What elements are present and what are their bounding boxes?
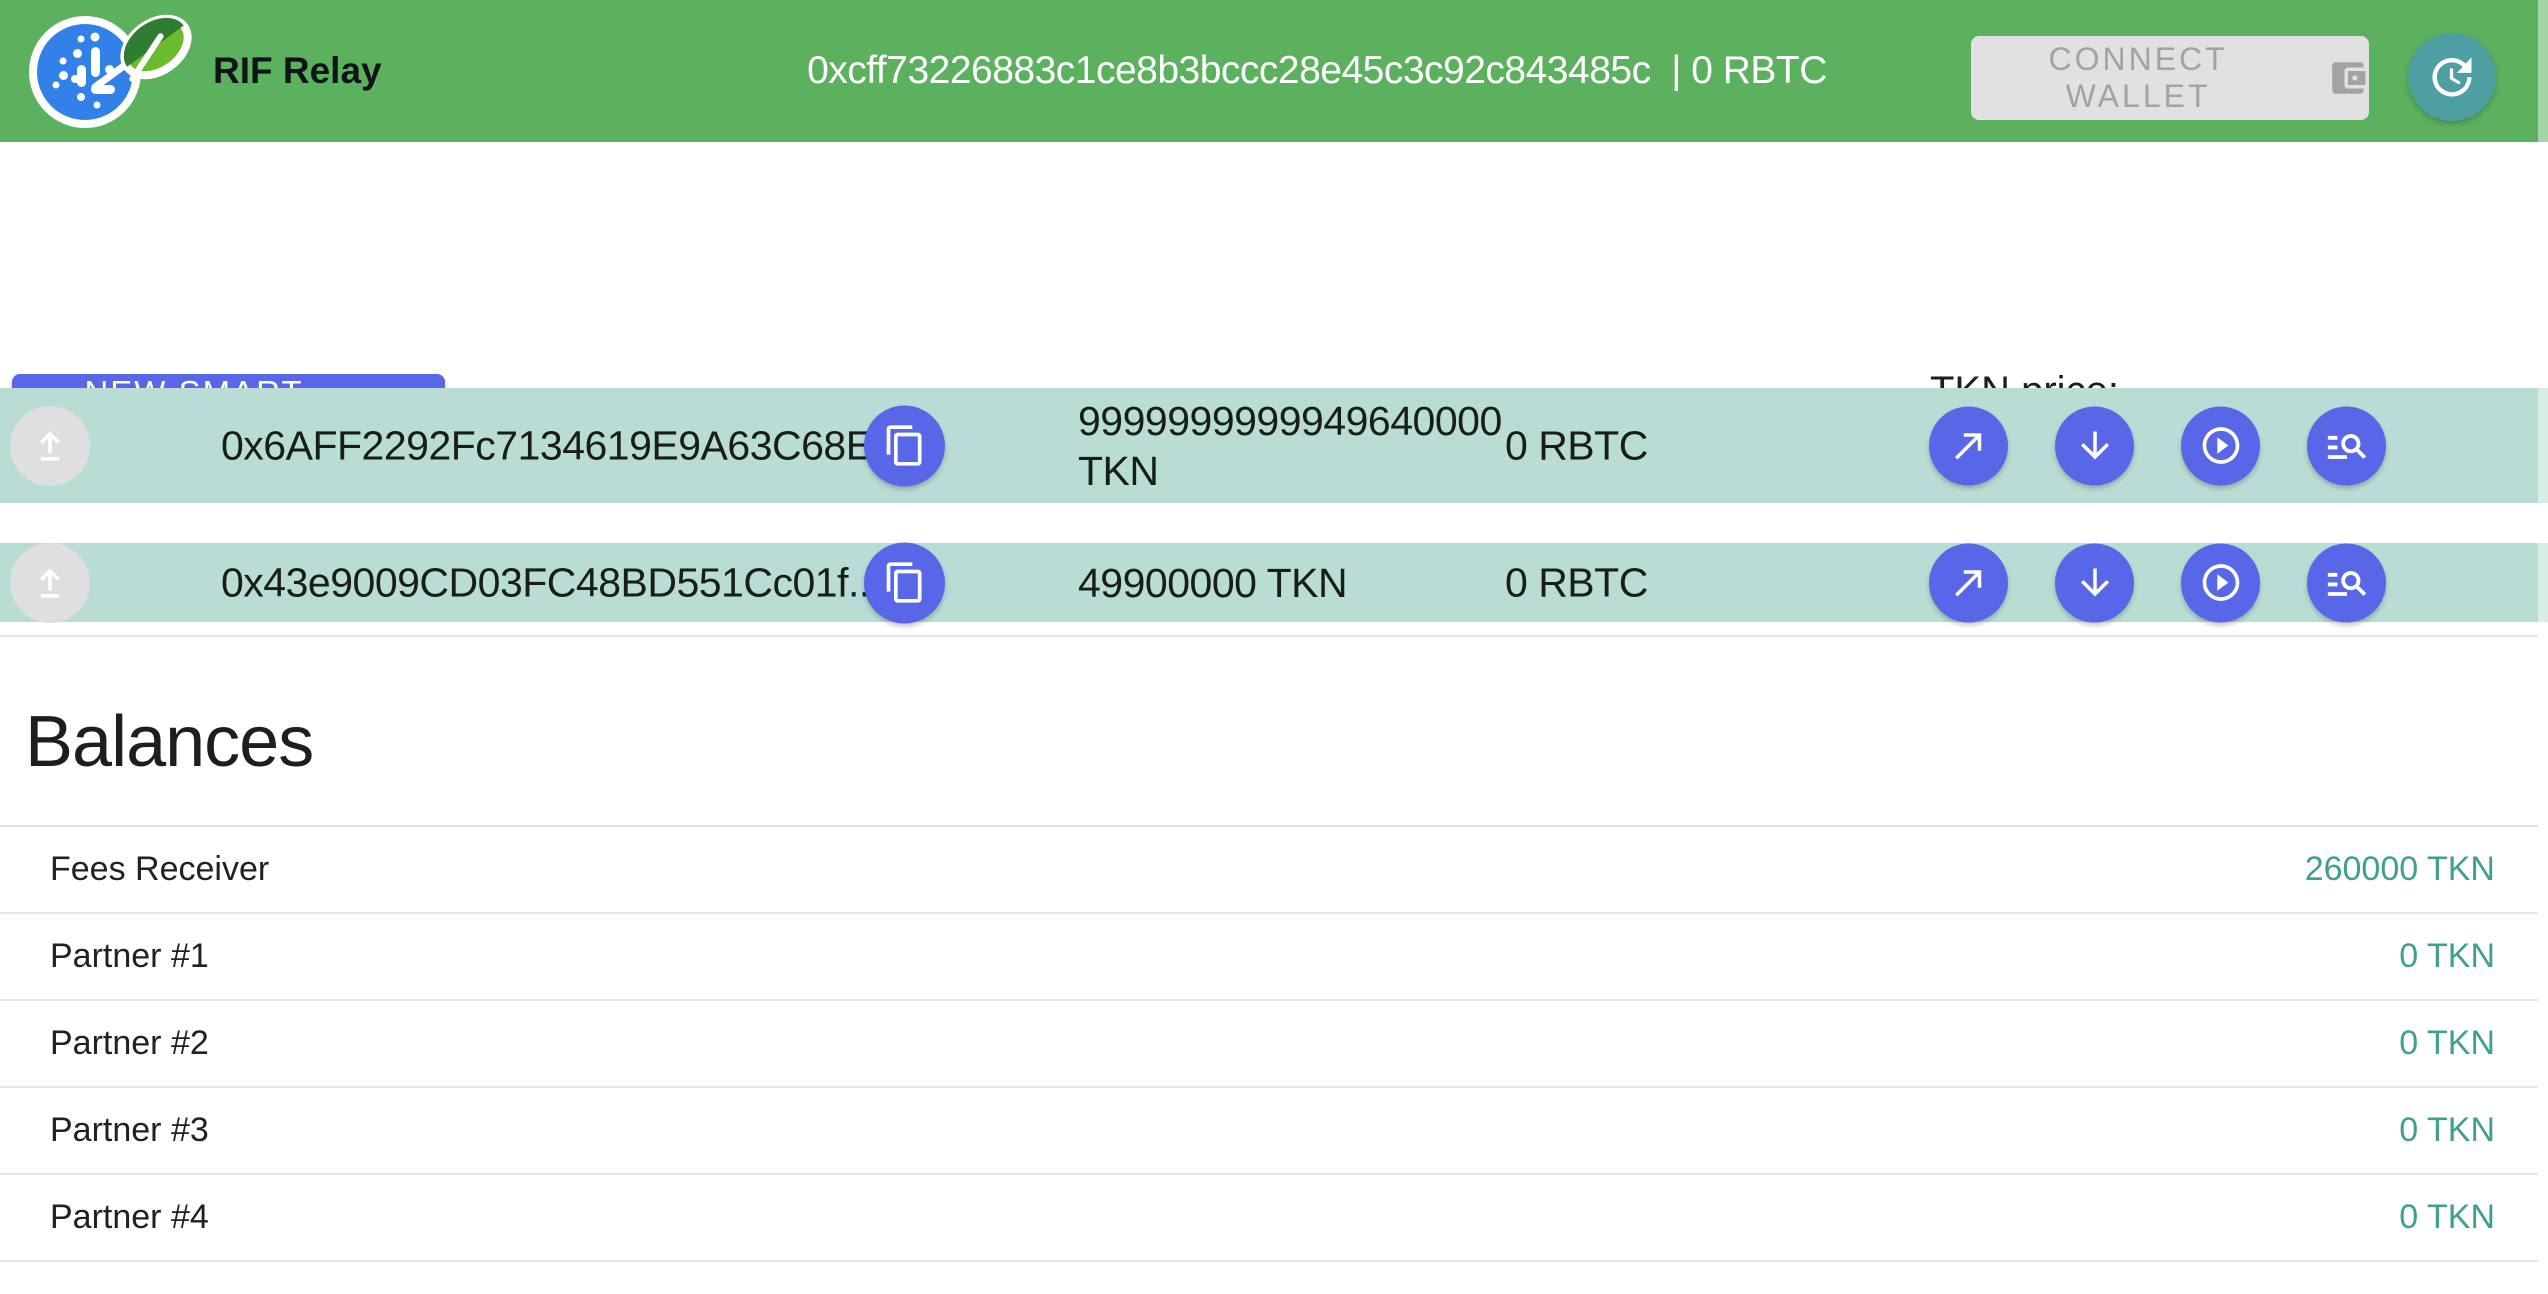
smart-wallet-address: 0x43e9009CD03FC48BD551Cc01f...: [221, 559, 881, 606]
balance-row-label: Fees Receiver: [50, 850, 269, 889]
balance-row-value: 0 TKN: [2399, 1111, 2495, 1150]
balance-row-value: 0 TKN: [2399, 937, 2495, 976]
copy-address-button[interactable]: [864, 405, 945, 486]
balances-section: Balances Fees Receiver 260000 TKN Partne…: [0, 635, 2538, 1262]
app-header: RIF Relay 0xcff73226883c1ce8b3bccc28e45c…: [0, 0, 2548, 142]
connect-wallet-button[interactable]: CONNECT WALLET: [1971, 36, 2369, 120]
copy-icon: [883, 561, 927, 605]
north-east-arrow-icon: [1948, 562, 1990, 604]
balance-row-label: Partner #4: [50, 1198, 209, 1237]
arrow-down-icon: [2074, 425, 2116, 467]
play-circle-icon: [2199, 424, 2243, 468]
north-east-arrow-icon: [1948, 425, 1990, 467]
balances-title: Balances: [25, 701, 2538, 783]
brand: RIF Relay: [29, 9, 382, 133]
receive-button[interactable]: [2055, 543, 2134, 622]
receive-button[interactable]: [2055, 406, 2134, 485]
deploy-wallet-button[interactable]: [10, 406, 90, 486]
table-row: Fees Receiver 260000 TKN: [0, 827, 2538, 914]
update-clock-icon: [2426, 51, 2478, 103]
search-transactions-button[interactable]: [2307, 543, 2386, 622]
play-circle-icon: [2199, 561, 2243, 605]
token-balance: 49900000 TKN: [1078, 558, 1516, 608]
row-gap: [0, 503, 2548, 543]
copy-icon: [883, 424, 927, 468]
rif-relay-app: RIF Relay 0xcff73226883c1ce8b3bccc28e45c…: [0, 0, 2548, 1262]
balance-row-label: Partner #3: [50, 1111, 209, 1150]
table-row: Partner #4 0 TKN: [0, 1175, 2538, 1262]
balance-row-value: 0 TKN: [2399, 1024, 2495, 1063]
app-title: RIF Relay: [213, 50, 382, 92]
balance-row-label: Partner #2: [50, 1024, 209, 1063]
manage-search-icon: [2324, 423, 2370, 469]
execute-button[interactable]: [2181, 406, 2260, 485]
send-button[interactable]: [1929, 543, 2008, 622]
table-row: Partner #3 0 TKN: [0, 1088, 2538, 1175]
search-transactions-button[interactable]: [2307, 406, 2386, 485]
smart-wallet-address: 0x6AFF2292Fc7134619E9A63C68E...: [221, 422, 905, 469]
wallet-icon: [2327, 57, 2369, 99]
deploy-wallet-button[interactable]: [10, 543, 90, 623]
send-button[interactable]: [1929, 406, 2008, 485]
connect-wallet-label: CONNECT WALLET: [1971, 41, 2305, 115]
toolbar: NEW SMART WALLET 0x967AF6E8ACdB2476Ea634…: [0, 142, 2548, 388]
table-row: Partner #2 0 TKN: [0, 1001, 2538, 1088]
upload-icon: [28, 561, 72, 605]
execute-button[interactable]: [2181, 543, 2260, 622]
balance-row-value: 260000 TKN: [2305, 850, 2495, 889]
balance-row-value: 0 TKN: [2399, 1198, 2495, 1237]
refresh-button[interactable]: [2408, 33, 2496, 121]
copy-address-button[interactable]: [864, 542, 945, 623]
balance-row-label: Partner #1: [50, 937, 209, 976]
rbtc-balance: 0 RBTC: [1505, 559, 1648, 606]
manage-search-icon: [2324, 560, 2370, 606]
token-balance: 9999999999949640000 TKN: [1078, 396, 1516, 496]
table-row: Partner #1 0 TKN: [0, 914, 2538, 1001]
rif-relay-logo-icon: [29, 9, 207, 133]
arrow-down-icon: [2074, 562, 2116, 604]
rbtc-balance: 0 RBTC: [1505, 422, 1648, 469]
smart-wallet-row: 0x6AFF2292Fc7134619E9A63C68E... 99999999…: [0, 388, 2548, 503]
upload-icon: [28, 424, 72, 468]
connected-account-info: 0xcff73226883c1ce8b3bccc28e45c3c92c84348…: [807, 0, 1827, 142]
balances-table: Fees Receiver 260000 TKN Partner #1 0 TK…: [0, 825, 2538, 1262]
smart-wallet-row: 0x43e9009CD03FC48BD551Cc01f... 49900000 …: [0, 543, 2548, 622]
